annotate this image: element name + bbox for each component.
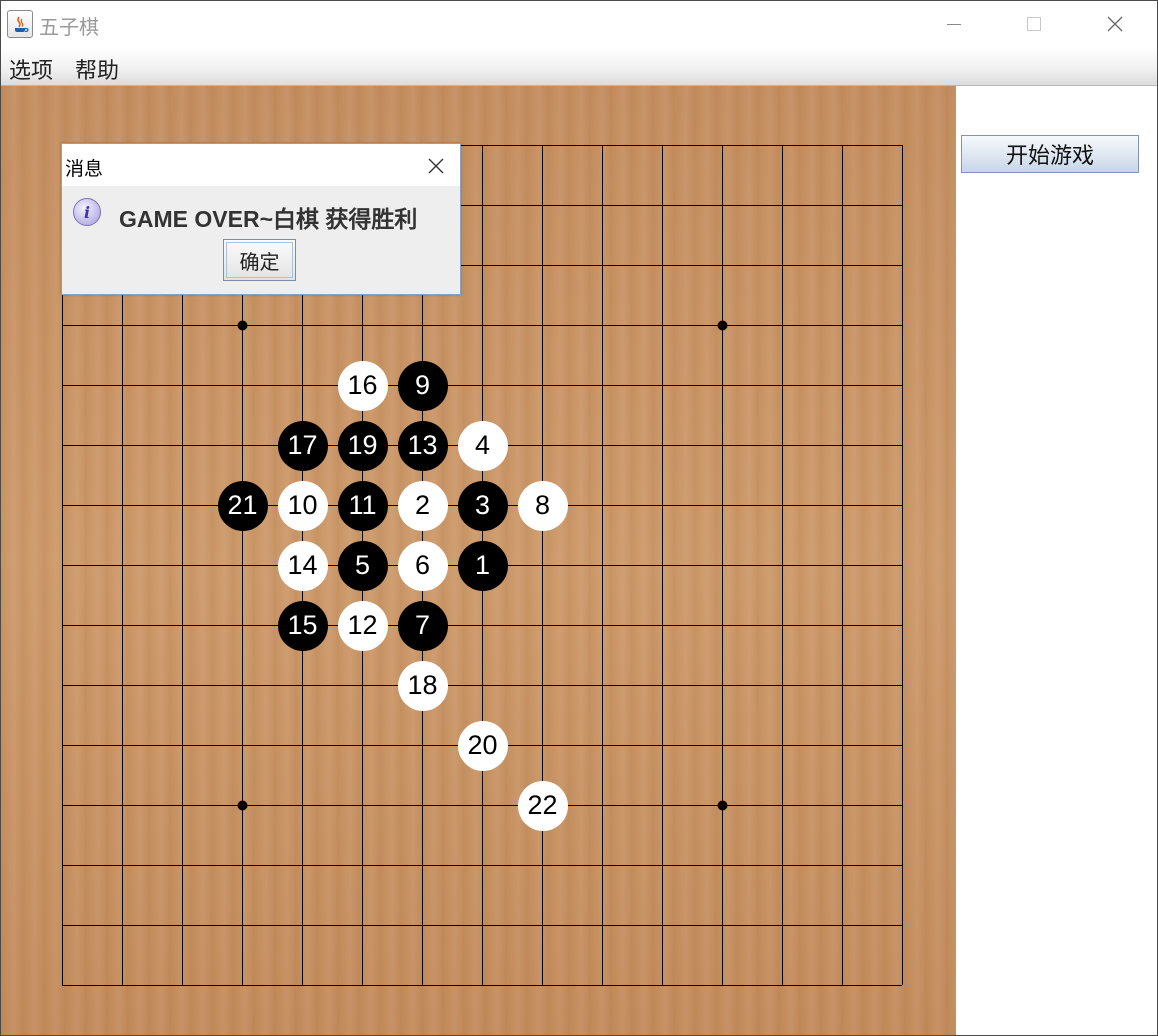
black-stone-7: 7 [397,600,448,651]
black-stone-13: 13 [397,420,448,471]
title-bar[interactable]: 五子棋 [1,1,1157,47]
star-point [237,800,248,811]
white-stone-4: 4 [457,420,508,471]
message-dialog: 消息 i GAME OVER~白棋 获得胜利 确定 [61,143,461,295]
star-point [717,320,728,331]
white-stone-6: 6 [397,540,448,591]
window-title: 五子棋 [39,15,99,39]
black-stone-17: 17 [277,420,328,471]
star-point [237,320,248,331]
menu-help[interactable]: 帮助 [75,53,119,85]
black-stone-3: 3 [457,480,508,531]
white-stone-8: 8 [517,480,568,531]
dialog-title: 消息 [65,158,104,180]
black-stone-11: 11 [337,480,388,531]
white-stone-2: 2 [397,480,448,531]
menu-options[interactable]: 选项 [9,53,53,85]
minimize-button[interactable] [924,7,984,41]
ok-button[interactable]: 确定 [223,239,296,281]
dialog-title-bar[interactable]: 消息 [62,144,460,186]
side-panel: 开始游戏 [956,86,1157,1035]
start-game-button[interactable]: 开始游戏 [961,135,1139,173]
black-stone-15: 15 [277,600,328,651]
black-stone-21: 21 [217,480,268,531]
black-stone-19: 19 [337,420,388,471]
info-icon: i [73,198,101,226]
white-stone-10: 10 [277,480,328,531]
white-stone-14: 14 [277,540,328,591]
java-coffee-icon [7,10,33,38]
close-icon [1107,16,1123,32]
white-stone-18: 18 [397,660,448,711]
black-stone-1: 1 [457,540,508,591]
app-window: 五子棋 选项 帮助 1 2 3 4 5 6 7 8 9 10 11 12 13 14 15 16 17 18 19 2… [0,0,1158,1036]
white-stone-12: 12 [337,600,388,651]
star-point [717,800,728,811]
maximize-icon [1027,17,1041,31]
maximize-button[interactable] [1004,7,1064,41]
minimize-icon [947,24,961,25]
dialog-message: GAME OVER~白棋 获得胜利 [119,206,418,232]
dialog-close-button[interactable] [420,150,452,182]
menu-bar: 选项 帮助 [1,47,1157,86]
close-icon [428,158,444,174]
white-stone-20: 20 [457,720,508,771]
white-stone-22: 22 [517,780,568,831]
close-window-button[interactable] [1085,7,1145,41]
white-stone-16: 16 [337,360,388,411]
black-stone-9: 9 [397,360,448,411]
black-stone-5: 5 [337,540,388,591]
